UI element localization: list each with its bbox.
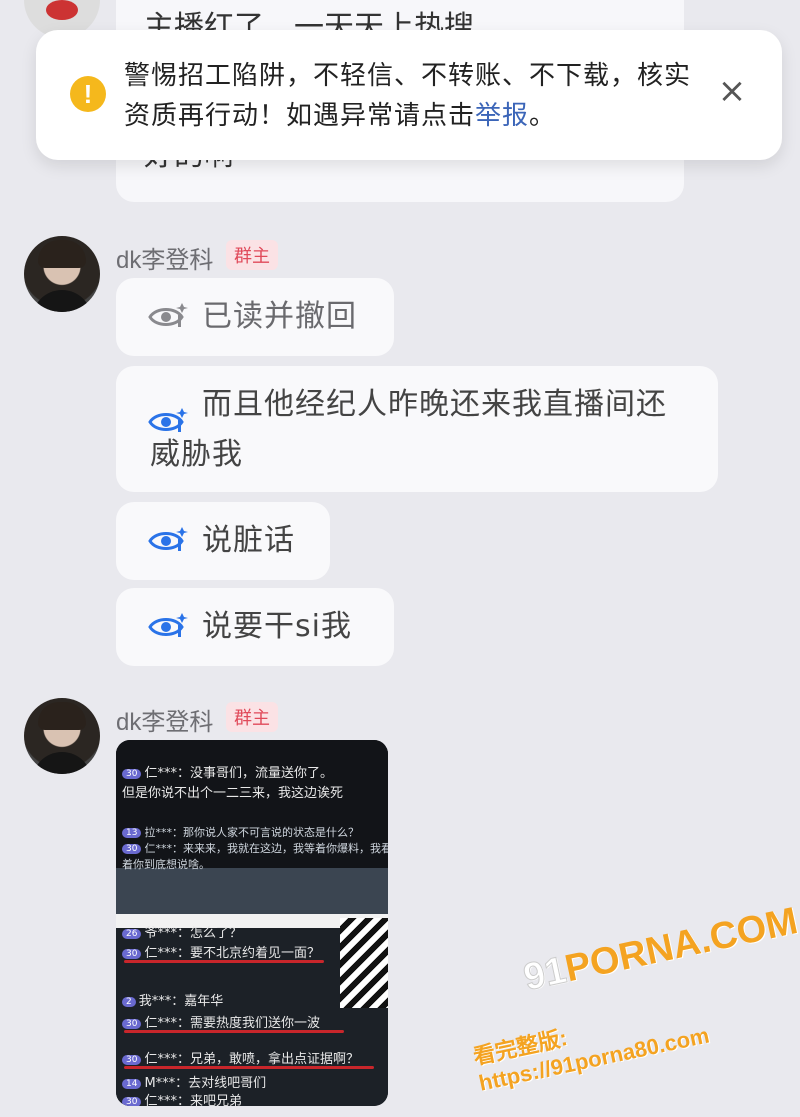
chat-line-text: M***：去对线吧哥们 <box>144 1076 267 1091</box>
level-badge: 26 <box>122 928 142 939</box>
message-text: 说脏话 <box>202 523 295 558</box>
sender-avatar[interactable] <box>24 698 100 774</box>
chat-line-text: 仁***：要不北京约着见一面？ <box>144 946 320 961</box>
warning-message: 警惕招工陷阱，不轻信、不转账、不下载，核实资质再行动！如遇异常请点击 <box>124 61 692 131</box>
message-bubble[interactable]: 而且他经纪人昨晚还来我直播间还 威胁我 <box>116 366 718 492</box>
chat-line-text: 仁***：需要热度我们送你一波 <box>144 1016 320 1031</box>
level-badge: 30 <box>122 1018 142 1029</box>
message-text-line2: 威胁我 <box>150 437 243 472</box>
scam-warning-banner: ! 警惕招工陷阱，不轻信、不转账、不下载，核实资质再行动！如遇异常请点击举报。 … <box>36 30 782 160</box>
warning-message-end: 。 <box>529 101 557 131</box>
message-text: 说要干si我 <box>202 609 352 644</box>
level-badge: 30 <box>122 768 142 779</box>
chat-line-text: 拉***：那你说人家不可言说的状态是什么？ <box>144 826 359 839</box>
highlight-underline <box>124 1030 344 1033</box>
level-badge: 13 <box>122 828 142 838</box>
report-link[interactable]: 举报 <box>475 101 529 131</box>
chat-line: 30 仁***：兄弟，敢喷，拿出点证据啊？ <box>122 1048 359 1067</box>
warning-text: 警惕招工陷阱，不轻信、不转账、不下载，核实资质再行动！如遇异常请点击举报。 <box>124 56 704 136</box>
chat-line-text: 我***：嘉年华 <box>138 994 224 1009</box>
warning-icon: ! <box>70 76 106 112</box>
message-bubble[interactable]: 说要干si我 <box>116 588 394 666</box>
highlight-underline <box>124 960 324 963</box>
group-owner-badge: 群主 <box>226 702 278 732</box>
chat-line: 26 爷***：怎么了？ <box>122 922 242 941</box>
chat-line: 2 我***：嘉年华 <box>122 990 223 1009</box>
close-icon[interactable]: × <box>716 74 748 108</box>
level-badge: 30 <box>122 1096 142 1106</box>
chat-line: 30 仁***：来吧兄弟 <box>122 1090 242 1106</box>
level-badge: 30 <box>122 1054 142 1065</box>
level-badge: 30 <box>122 844 142 854</box>
chat-line: 13 拉***：那你说人家不可言说的状态是什么？ <box>122 824 359 840</box>
chat-line-text: 着你到底想说啥。 <box>122 858 210 871</box>
chat-line-text: 仁***：来来来，我就在这边，我等着你爆料，我看 <box>144 842 388 855</box>
chat-line: 14 M***：去对线吧哥们 <box>122 1072 266 1091</box>
chat-line: 着你到底想说啥。 <box>122 856 210 872</box>
eye-icon <box>148 303 188 327</box>
level-badge: 2 <box>122 996 136 1007</box>
sender-name: dk李登科 <box>116 247 214 274</box>
message-bubble[interactable]: 已读并撤回 <box>116 278 394 356</box>
level-badge: 14 <box>122 1078 142 1089</box>
chat-line: 30 仁***：要不北京约着见一面？ <box>122 942 320 961</box>
highlight-underline <box>124 1066 374 1069</box>
chat-line: 30 仁***：需要热度我们送你一波 <box>122 1012 320 1031</box>
message-text: 已读并撤回 <box>202 299 357 334</box>
chat-line-text: 但是你说不出个一二三来，我这边诶死 <box>122 786 344 801</box>
chat-line-text: 爷***：怎么了？ <box>144 926 242 941</box>
image-decoration <box>340 918 388 1008</box>
watermark-url: 看完整版: https://91porna80.com <box>471 1022 712 1096</box>
message-bubble[interactable]: 说脏话 <box>116 502 330 580</box>
chat-line-text: 仁***：兄弟，敢喷，拿出点证据啊？ <box>144 1052 359 1067</box>
level-badge: 30 <box>122 948 142 959</box>
chat-line: 但是你说不出个一二三来，我这边诶死 <box>122 782 343 801</box>
group-owner-badge: 群主 <box>226 240 278 270</box>
sender-name: dk李登科 <box>116 709 214 736</box>
eye-icon <box>148 527 188 551</box>
image-message[interactable]: 30 仁***：没事哥们，流量送你了。 但是你说不出个一二三来，我这边诶死 13 拉… <box>116 740 388 1106</box>
chat-line: 30 仁***：没事哥们，流量送你了。 <box>122 762 333 781</box>
message-text-line1: 而且他经纪人昨晚还来我直播间还 <box>202 387 667 422</box>
chat-line: 30 仁***：来来来，我就在这边，我等着你爆料，我看 <box>122 840 388 856</box>
chat-line-text: 仁***：没事哥们，流量送你了。 <box>144 766 333 781</box>
eye-icon <box>148 613 188 637</box>
sender-avatar[interactable] <box>24 236 100 312</box>
image-section-mid <box>116 868 388 914</box>
chat-line-text: 仁***：来吧兄弟 <box>144 1094 242 1106</box>
